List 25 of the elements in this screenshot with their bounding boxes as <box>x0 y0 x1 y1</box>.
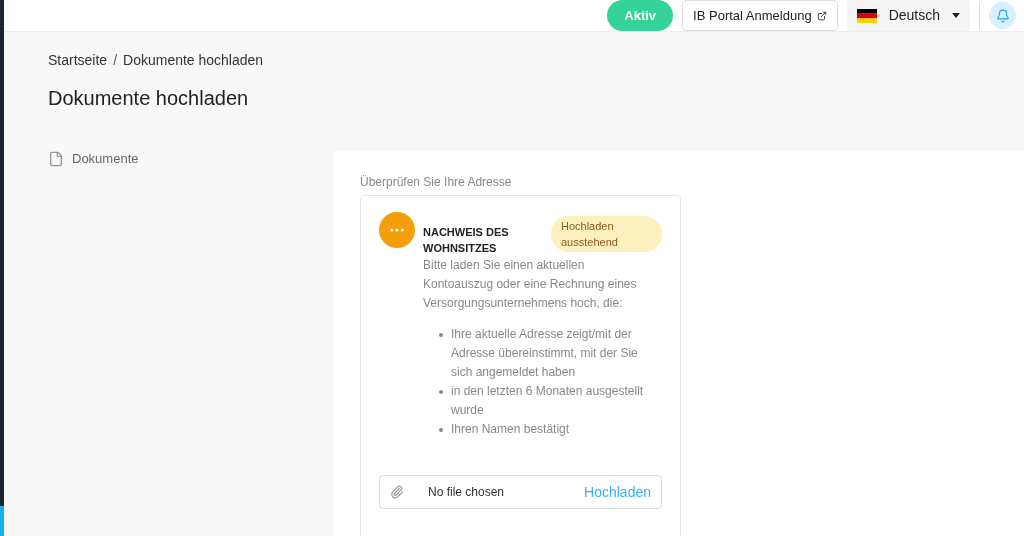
sidebar-item[interactable]: Dokumente <box>48 149 334 169</box>
page-title: Dokumente hochladen <box>48 86 250 111</box>
language-dropdown[interactable]: Deutsch <box>846 0 970 31</box>
notification-button[interactable] <box>989 2 1016 29</box>
breadcrumb-separator: / <box>113 51 118 70</box>
requirement-text: Ihren Namen bestätigt <box>451 421 571 438</box>
flag-icon <box>856 8 877 23</box>
document-title: NACHWEIS DES WOHNSITZES <box>423 225 510 256</box>
breadcrumb-link[interactable]: Startseite <box>48 50 108 71</box>
breadcrumb-current: Dokumente hochladen <box>123 51 264 70</box>
status-badge: Hochladen ausstehend <box>551 216 662 252</box>
pending-icon <box>379 212 415 248</box>
file-upload-field[interactable]: No file chosen Hochladen <box>379 475 662 509</box>
requirement-text: in den letzten 6 Monaten ausgestellt wurde <box>451 383 645 419</box>
external-link-icon <box>816 10 827 21</box>
document-icon <box>48 150 64 167</box>
bell-icon <box>995 8 1010 23</box>
bullet-icon <box>439 333 443 337</box>
bullet-icon <box>439 428 443 432</box>
portal-link-button[interactable]: IB Portal Anmeldung <box>682 0 838 31</box>
bullet-icon <box>439 390 443 394</box>
caret-icon <box>952 13 960 18</box>
section-label: Überprüfen Sie Ihre Adresse <box>360 174 513 191</box>
document-description: Bitte laden Sie einen aktuellen Kontoauszug oder eine Rechnung eines Versorgungsunternehmens hoch, die: <box>423 257 638 312</box>
paperclip-icon <box>390 485 404 499</box>
